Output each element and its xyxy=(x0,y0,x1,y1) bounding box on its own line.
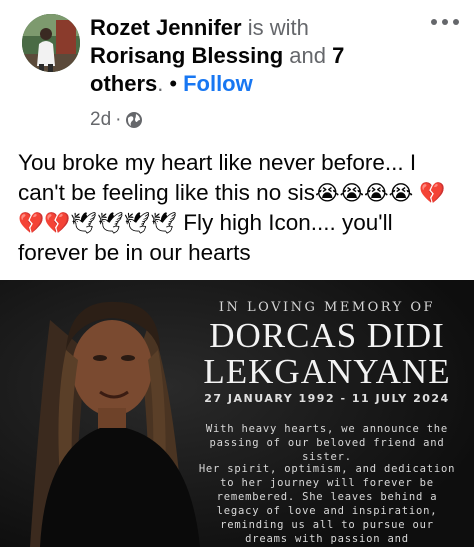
bullet-separator: • xyxy=(169,71,178,96)
globe-icon xyxy=(125,111,143,129)
post-time[interactable]: 2d xyxy=(90,109,111,131)
with-text: is with xyxy=(247,15,309,40)
follow-button[interactable]: Follow xyxy=(183,71,253,96)
author-name[interactable]: Rozet Jennifer xyxy=(90,15,242,40)
post-photo[interactable]: IN LOVING MEMORY OF DORCAS DIDI LEKGANYA… xyxy=(0,280,474,547)
post-meta: 2d · xyxy=(90,108,143,132)
author-avatar[interactable] xyxy=(22,14,80,72)
memorial-paragraph-1: With heavy hearts, we announce the passi… xyxy=(205,423,449,463)
and-text: and xyxy=(289,43,326,68)
meta-separator: · xyxy=(115,109,122,130)
more-options-button[interactable] xyxy=(428,12,462,32)
memorial-dates: 27 JANUARY 1992 - 11 JULY 2024 xyxy=(204,392,450,405)
memorial-name-line1: DORCAS DIDI xyxy=(209,316,445,355)
memorial-name-line2: LEKGANYANE xyxy=(203,352,451,391)
crying-emojis: 😭😭😭😭 xyxy=(314,181,414,205)
dove-emojis: 🕊🕊🕊🕊 xyxy=(70,211,177,235)
memorial-kicker: IN LOVING MEMORY OF xyxy=(218,300,436,315)
memorial-text: IN LOVING MEMORY OF DORCAS DIDI LEKGANYA… xyxy=(180,280,474,547)
memorial-paragraph-2: Her spirit, optimism, and dedication to … xyxy=(198,463,456,545)
post-header: Rozet Jennifer is with Rorisang Blessing… xyxy=(0,0,474,140)
post-body: You broke my heart like never before... … xyxy=(18,148,464,268)
more-dots-icon xyxy=(431,19,459,25)
post-headline: Rozet Jennifer is with Rorisang Blessing… xyxy=(90,14,420,98)
avatar-image xyxy=(22,14,80,72)
tagged-name[interactable]: Rorisang Blessing xyxy=(90,43,283,68)
